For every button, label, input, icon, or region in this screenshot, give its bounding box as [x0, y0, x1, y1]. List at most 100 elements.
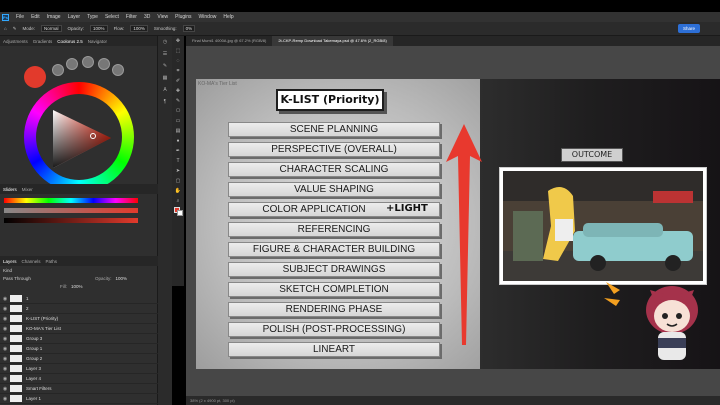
tab-coolorus[interactable]: Coolorus 2.5	[57, 39, 83, 44]
layer-row[interactable]: ◉ Group 3	[0, 334, 158, 344]
list-item: SCENE PLANNING	[228, 122, 440, 137]
eraser-tool-icon[interactable]: ▭	[172, 116, 184, 126]
history-icon[interactable]: ◷	[158, 36, 172, 48]
stamp-tool-icon[interactable]: ⎔	[172, 106, 184, 116]
klist-title: K-LIST (Priority)	[276, 89, 384, 111]
layer-opacity-field[interactable]: 100%	[115, 276, 127, 281]
menu-window[interactable]: Window	[199, 14, 217, 20]
lasso-tool-icon[interactable]: ◌	[172, 56, 184, 66]
tab-sliders[interactable]: Sliders	[3, 187, 17, 192]
menu-edit[interactable]: Edit	[31, 14, 40, 20]
visibility-eye-icon[interactable]: ◉	[0, 326, 10, 332]
preset-knob-5[interactable]	[112, 64, 124, 76]
eyedropper-tool-icon[interactable]: ✐	[172, 76, 184, 86]
tab-layers[interactable]: Layers	[3, 259, 17, 264]
layer-row[interactable]: ◉ 2	[0, 304, 158, 314]
brushes-icon[interactable]: ✎	[158, 60, 172, 72]
slider-tabs: Sliders Mixer	[0, 184, 158, 194]
hue-slider[interactable]	[4, 198, 138, 203]
tab-document-1[interactable]: Final Mumi1 4000A.jpg @ 67.2% (RGB/8)	[186, 36, 272, 46]
home-icon[interactable]: ⌂	[4, 26, 7, 31]
tab-document-2[interactable]: 2t-CKP-Remp Download Takemaya.psd @ 47.6…	[272, 36, 393, 46]
share-button[interactable]: Share	[678, 24, 700, 33]
menu-plugins[interactable]: Plugins	[175, 14, 191, 20]
menu-select[interactable]: Select	[105, 14, 119, 20]
layer-name: KO-MA's Tier List	[26, 326, 61, 331]
layer-row[interactable]: ◉ Layer 3	[0, 364, 158, 374]
menu-image[interactable]: Image	[47, 14, 61, 20]
path-select-tool-icon[interactable]: ➤	[172, 166, 184, 176]
blend-mode-select[interactable]: Pass Through	[3, 276, 31, 281]
layer-name: Layer 3	[26, 366, 42, 371]
layer-fill-field[interactable]: 100%	[71, 284, 83, 289]
zoom-tool-icon[interactable]: ⌕	[172, 196, 184, 206]
layers-panel: Layers Channels Paths Kind Pass Through …	[0, 256, 158, 405]
preset-knob-2[interactable]	[66, 58, 78, 70]
marquee-tool-icon[interactable]: ⬚	[172, 46, 184, 56]
tab-adjustments[interactable]: Adjustments	[3, 39, 28, 44]
status-bar: 38% (2 x 4900 pt, 300 pi)	[186, 396, 720, 405]
tab-paths[interactable]: Paths	[46, 259, 58, 264]
tab-gradients[interactable]: Gradients	[33, 39, 53, 44]
visibility-eye-icon[interactable]: ◉	[0, 316, 10, 322]
brightness-slider[interactable]	[4, 218, 138, 223]
type-tool-icon[interactable]: T	[172, 156, 184, 166]
shape-tool-icon[interactable]: ▢	[172, 176, 184, 186]
layer-row[interactable]: ◉ Smart Filters	[0, 384, 158, 394]
layer-thumbnail	[10, 375, 22, 382]
tab-channels[interactable]: Channels	[22, 259, 41, 264]
menu-type[interactable]: Type	[87, 14, 98, 20]
preset-knob-3[interactable]	[82, 56, 94, 68]
preset-knob-1[interactable]	[52, 64, 64, 76]
menu-3d[interactable]: 3D	[144, 14, 150, 20]
layer-row[interactable]: ◉ Layer 1	[0, 394, 158, 404]
menu-layer[interactable]: Layer	[68, 14, 81, 20]
smoothing-field[interactable]: 0%	[182, 25, 196, 32]
swatches-icon[interactable]: ▦	[158, 72, 172, 84]
visibility-eye-icon[interactable]: ◉	[0, 376, 10, 382]
layer-row[interactable]: ◉ Layer 4	[0, 374, 158, 384]
brush-tool-icon[interactable]: ✎	[172, 96, 184, 106]
properties-icon[interactable]: ☰	[158, 48, 172, 60]
menu-file[interactable]: File	[16, 14, 24, 20]
layer-row[interactable]: ◉ 1	[0, 294, 158, 304]
visibility-eye-icon[interactable]: ◉	[0, 296, 10, 302]
move-tool-icon[interactable]: ✥	[172, 36, 184, 46]
visibility-eye-icon[interactable]: ◉	[0, 346, 10, 352]
pen-tool-icon[interactable]: ✒	[172, 146, 184, 156]
crop-tool-icon[interactable]: ⌗	[172, 66, 184, 76]
paragraph-icon[interactable]: ¶	[158, 96, 172, 108]
layer-row[interactable]: ◉ KO-MA's Tier List	[0, 324, 158, 334]
layer-row[interactable]: ◉ Group 2	[0, 354, 158, 364]
saturation-slider[interactable]	[4, 208, 138, 213]
brush-tool-icon[interactable]: ✎	[13, 26, 17, 32]
foreground-color-swatch[interactable]	[24, 66, 46, 88]
opacity-field[interactable]: 100%	[90, 25, 108, 32]
visibility-eye-icon[interactable]: ◉	[0, 336, 10, 342]
visibility-eye-icon[interactable]: ◉	[0, 366, 10, 372]
gradient-tool-icon[interactable]: ▤	[172, 126, 184, 136]
menu-help[interactable]: Help	[223, 14, 233, 20]
visibility-eye-icon[interactable]: ◉	[0, 356, 10, 362]
layer-row[interactable]: ◉ K-LIST (Priority)	[0, 314, 158, 324]
color-swatches-icon[interactable]	[172, 206, 184, 218]
smoothing-label: Smoothing:	[153, 26, 177, 31]
visibility-eye-icon[interactable]: ◉	[0, 386, 10, 392]
hand-tool-icon[interactable]: ✋	[172, 186, 184, 196]
menu-filter[interactable]: Filter	[126, 14, 137, 20]
saturation-triangle[interactable]	[49, 106, 113, 170]
dodge-tool-icon[interactable]: ●	[172, 136, 184, 146]
preset-knob-4[interactable]	[98, 58, 110, 70]
visibility-eye-icon[interactable]: ◉	[0, 306, 10, 312]
menu-view[interactable]: View	[157, 14, 168, 20]
flow-field[interactable]: 100%	[130, 25, 148, 32]
healing-tool-icon[interactable]: ✚	[172, 86, 184, 96]
list-item: LINEART	[228, 342, 440, 357]
tab-navigator[interactable]: Navigator	[88, 39, 107, 44]
tab-mixer[interactable]: Mixer	[22, 187, 33, 192]
search-input[interactable]: Kind	[3, 268, 12, 273]
mode-select[interactable]: Normal	[41, 25, 62, 32]
layer-row[interactable]: ◉ Group 1	[0, 344, 158, 354]
visibility-eye-icon[interactable]: ◉	[0, 396, 10, 402]
character-icon[interactable]: A	[158, 84, 172, 96]
